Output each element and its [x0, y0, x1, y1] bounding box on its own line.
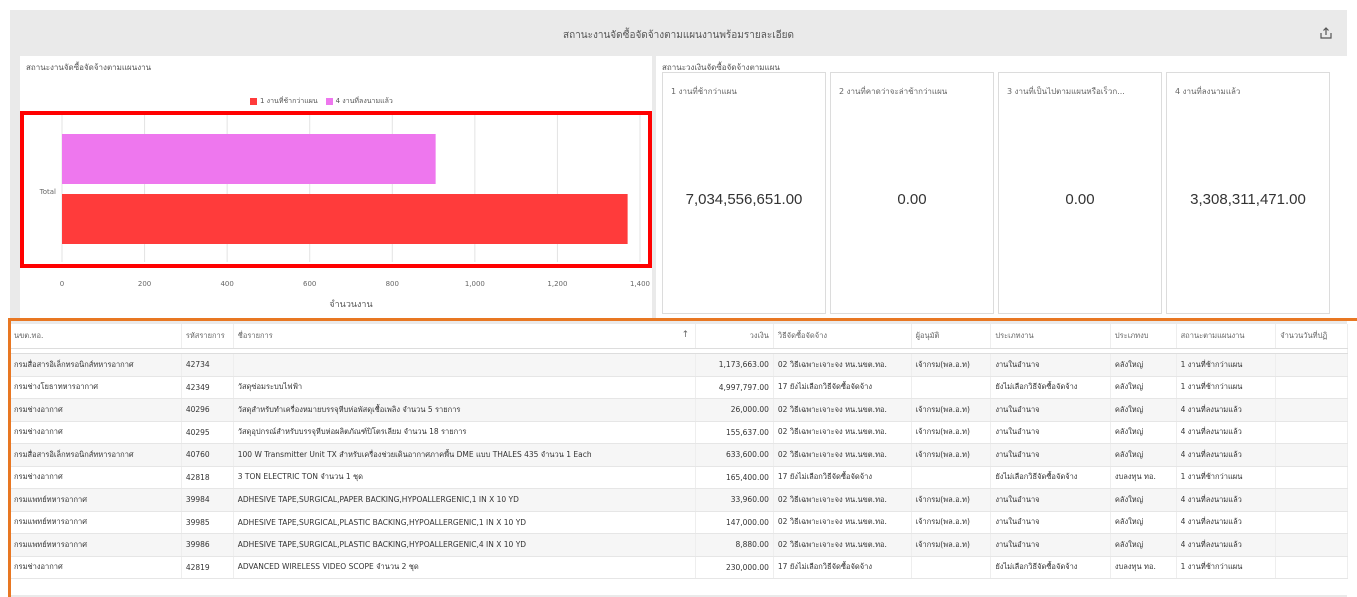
- legend-swatch-late: [250, 97, 257, 105]
- kpi-card-expected-late[interactable]: 2 งานที่คาดว่าจะล่าช้ากว่าแผน 0.00: [830, 72, 994, 314]
- kpi-label: 1 งานที่ช้ากว่าแผน: [671, 87, 737, 96]
- legend-label-signed: 4 งานที่ลงนามแล้ว: [335, 97, 393, 105]
- export-icon[interactable]: [1319, 26, 1333, 40]
- legend-label-late: 1 งานที่ช้ากว่าแผน: [260, 97, 318, 105]
- x-axis-label: จำนวนงาน: [329, 299, 372, 310]
- x-tick-label: 1,000: [465, 280, 485, 288]
- x-tick-label: 200: [138, 280, 151, 288]
- page-title: สถานะงานจัดซื้อจัดจ้างตามแผนงานพร้อมรายล…: [562, 30, 795, 41]
- chart-panel-title: สถานะงานจัดซื้อจัดจ้างตามแผนงาน: [26, 63, 152, 72]
- table-highlight-box: [8, 318, 1357, 597]
- kpi-value: 7,034,556,651.00: [685, 191, 803, 208]
- kpi-label: 2 งานที่คาดว่าจะล่าช้ากว่าแผน: [839, 87, 948, 96]
- kpi-card-on-plan[interactable]: 3 งานที่เป็นไปตามแผนหรือเร็วก... 0.00: [998, 72, 1162, 314]
- kpi-label: 3 งานที่เป็นไปตามแผนหรือเร็วก...: [1007, 87, 1125, 96]
- kpi-label: 4 งานที่ลงนามแล้ว: [1175, 87, 1241, 96]
- kpi-value: 0.00: [1065, 191, 1095, 208]
- kpi-card-signed[interactable]: 4 งานที่ลงนามแล้ว 3,308,311,471.00: [1166, 72, 1330, 314]
- kpi-value: 3,308,311,471.00: [1190, 191, 1306, 208]
- legend-item-late[interactable]: 1 งานที่ช้ากว่าแผน: [250, 96, 318, 107]
- kpi-card-late[interactable]: 1 งานที่ช้ากว่าแผน 7,034,556,651.00: [662, 72, 826, 314]
- x-tick-label: 800: [386, 280, 399, 288]
- x-tick-label: 1,400: [630, 280, 650, 288]
- chart-legend: 1 งานที่ช้ากว่าแผน 4 งานที่ลงนามแล้ว: [250, 96, 393, 107]
- legend-item-signed[interactable]: 4 งานที่ลงนามแล้ว: [325, 96, 393, 107]
- x-tick-label: 1,200: [547, 280, 567, 288]
- x-tick-label: 600: [303, 280, 316, 288]
- kpi-value: 0.00: [897, 191, 927, 208]
- x-tick-label: 400: [220, 280, 233, 288]
- legend-swatch-signed: [325, 97, 333, 105]
- chart-highlight-box: [20, 111, 652, 268]
- x-tick-label: 0: [60, 280, 64, 288]
